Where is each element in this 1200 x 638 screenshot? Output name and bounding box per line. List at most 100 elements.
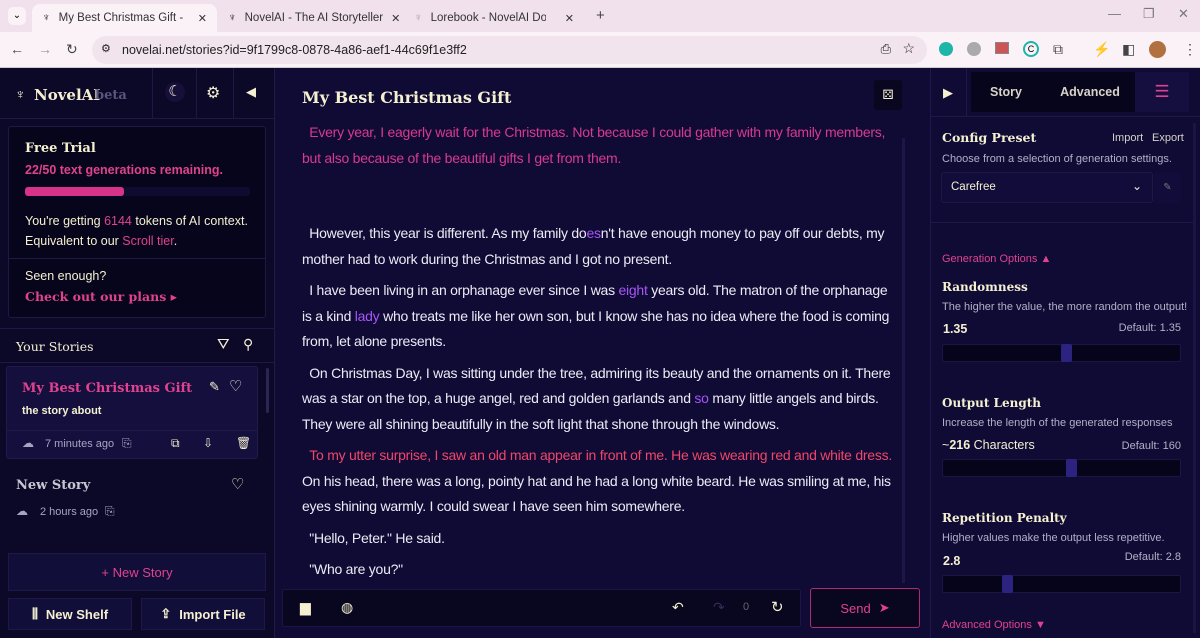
theme-moon-icon[interactable]: ☾ — [165, 82, 185, 102]
story-title: New Story — [16, 478, 91, 493]
free-trial-card: Free Trial 22/50 text generations remain… — [8, 126, 266, 318]
favorite-heart-icon[interactable]: ♡ — [229, 377, 242, 395]
collapse-panel-icon[interactable]: ▶ — [943, 85, 953, 101]
extensions-puzzle-icon[interactable]: ⧉ — [1053, 41, 1063, 58]
panel-scrollbar[interactable] — [1193, 123, 1196, 633]
import-link[interactable]: Import — [1112, 132, 1143, 144]
editor-toolbar: ▆ ◍ ↶ ↷ 0 ↻ — [282, 589, 801, 627]
close-icon[interactable]: ✕ — [198, 12, 207, 25]
delete-trash-icon[interactable]: 🗑 — [236, 436, 251, 450]
story-title-heading: My Best Christmas Gift — [302, 88, 512, 107]
advanced-options-toggle[interactable]: Advanced Options ▼ — [942, 619, 1046, 631]
url-bar[interactable]: ⚙ novelai.net/stories?id=9f1799c8-0878-4… — [92, 36, 927, 64]
search-icon[interactable]: ⚲ — [243, 336, 253, 353]
memory-brain-icon[interactable]: ◍ — [341, 599, 353, 616]
settings-gear-icon[interactable]: ⚙ — [206, 83, 220, 103]
brand-beta: beta — [95, 88, 127, 103]
performance-leaf-icon[interactable]: ⚡ — [1093, 41, 1110, 58]
minimize-button[interactable]: — — [1108, 6, 1121, 21]
site-info-icon[interactable]: ⚙ — [101, 42, 111, 55]
trial-progress-fill — [25, 187, 124, 196]
reload-icon[interactable]: ↻ — [66, 41, 78, 58]
randomness-slider[interactable] — [942, 344, 1181, 362]
close-window-button[interactable]: ✕ — [1178, 6, 1189, 22]
new-story-button[interactable]: + New Story — [8, 553, 266, 591]
favorite-heart-icon[interactable]: ♡ — [231, 475, 244, 493]
slider-thumb[interactable] — [1061, 344, 1073, 362]
repetition-penalty-value: 2.8 — [943, 554, 961, 568]
menu-kebab-icon[interactable]: ⋮ — [1183, 41, 1197, 58]
profile-avatar[interactable] — [1149, 41, 1166, 58]
story-text[interactable]: Every year, I eagerly wait for the Chris… — [302, 120, 892, 589]
left-sidebar: ♆ NovelAI beta ☾ ⚙ ◀ Free Trial 22/50 te… — [0, 68, 275, 638]
side-panel-icon[interactable]: ◧ — [1122, 41, 1135, 58]
story-item[interactable]: New Story ♡ ☁ 2 hours ago ⎘ — [0, 468, 260, 528]
collapse-sidebar-icon[interactable]: ◀ — [246, 84, 256, 100]
trial-remaining: 22/50 text generations remaining. — [25, 163, 223, 177]
close-icon[interactable]: ✕ — [391, 12, 400, 25]
settings-tabs: Story Advanced ☰ — [971, 72, 1189, 112]
tab-generation-settings-sliders-icon[interactable]: ☰ — [1135, 72, 1189, 112]
undo-icon[interactable]: ↶ — [672, 599, 684, 616]
story-text-segment: "Who are you?" — [302, 561, 403, 577]
import-file-button[interactable]: ⇪ Import File — [141, 598, 265, 630]
novelai-logo-icon: ♆ — [15, 86, 26, 102]
bookmark-star-icon[interactable]: ☆ — [902, 40, 915, 57]
new-tab-button[interactable]: + — [596, 7, 605, 24]
tab-search-button[interactable]: ⌄ — [8, 7, 26, 25]
scroll-tier-link[interactable]: Scroll tier — [122, 234, 173, 248]
slider-thumb[interactable] — [1001, 575, 1013, 593]
copyright-extension-icon[interactable]: C — [1023, 41, 1039, 57]
send-arrow-icon: ➤ — [878, 600, 890, 615]
shelf-icon: ⫼ — [31, 606, 38, 621]
preset-description: Choose from a selection of generation se… — [942, 153, 1172, 165]
story-paragraph: However, this year is different. As my f… — [302, 221, 892, 272]
tab-advanced[interactable]: Advanced — [1045, 72, 1135, 112]
tab-novelai[interactable]: ♆ NovelAI - The AI Storyteller ✕ — [218, 4, 400, 32]
filter-icon[interactable]: ⛛ — [217, 336, 230, 353]
close-icon[interactable]: ✕ — [565, 12, 574, 25]
editor-scrollbar[interactable] — [902, 138, 905, 583]
globe-extension-icon[interactable] — [967, 42, 981, 56]
export-link[interactable]: Export — [1152, 132, 1184, 144]
tab-my-best-christmas-gift[interactable]: ♆My Best Christmas Gift - NovelAI✕ — [32, 4, 217, 32]
grammarly-extension-icon[interactable] — [939, 42, 953, 56]
stories-scrollbar[interactable] — [266, 368, 269, 413]
install-app-icon[interactable]: ⎙ — [881, 41, 891, 57]
screenshot-extension-icon[interactable] — [995, 42, 1009, 54]
new-shelf-button[interactable]: ⫼ New Shelf — [8, 598, 132, 630]
randomness-value: 1.35 — [943, 322, 968, 336]
restore-button[interactable]: ❐ — [1143, 6, 1155, 22]
story-paragraph: Every year, I eagerly wait for the Chris… — [302, 120, 892, 171]
brand-name: NovelAI — [34, 86, 101, 104]
cloud-saved-icon: ☁ — [16, 504, 28, 518]
story-editor: My Best Christmas Gift ⚄ Every year, I e… — [276, 68, 930, 638]
forward-icon[interactable]: → — [38, 41, 52, 57]
story-text-segment: On his head, there was a long, pointy ha… — [302, 472, 891, 515]
output-length-slider[interactable] — [942, 459, 1181, 477]
check-plans-link[interactable]: Check out our plans ▸ — [25, 289, 177, 304]
back-icon[interactable]: ← — [10, 41, 24, 57]
story-time: 2 hours ago — [40, 506, 99, 518]
tab-story[interactable]: Story — [971, 72, 1041, 112]
preset-select[interactable]: Carefree ⌄ — [941, 172, 1153, 203]
lorebook-icon[interactable]: ▆ — [300, 599, 311, 616]
tab-lorebook[interactable]: ♆Lorebook - NovelAI Documentation✕ — [404, 4, 584, 32]
caret-right-icon: ▸ — [170, 289, 177, 304]
retry-icon[interactable]: ↻ — [771, 598, 784, 616]
repetition-penalty-slider[interactable] — [942, 575, 1181, 593]
chevron-down-icon: ⌄ — [1131, 179, 1142, 193]
dice-icon[interactable]: ⚄ — [874, 80, 902, 110]
output-length-value: ~216 Characters — [942, 438, 1035, 452]
generation-options-toggle[interactable]: Generation Options ▲ — [942, 253, 1051, 265]
duplicate-icon[interactable]: ⧉ — [171, 436, 180, 451]
story-paragraph — [302, 177, 892, 215]
send-button[interactable]: Send ➤ — [810, 588, 920, 628]
download-icon[interactable]: ⇩ — [203, 436, 213, 450]
edit-preset-icon[interactable]: ✎ — [1154, 172, 1181, 203]
edit-pencil-icon[interactable]: ✎ — [209, 379, 220, 395]
redo-icon[interactable]: ↷ — [713, 599, 725, 616]
story-item-selected[interactable]: My Best Christmas Gift ✎ ♡ the story abo… — [6, 366, 258, 459]
slider-thumb[interactable] — [1065, 459, 1077, 477]
randomness-title: Randomness — [942, 280, 1028, 294]
